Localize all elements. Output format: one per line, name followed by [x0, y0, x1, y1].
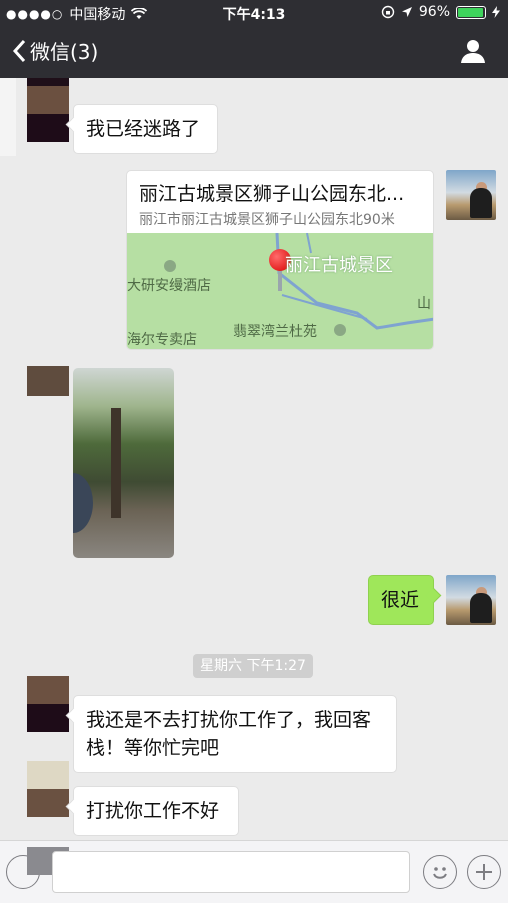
- message-bubble[interactable]: 打扰你工作不好: [73, 786, 239, 836]
- nav-bar: 微信(3): [0, 26, 508, 78]
- emoji-icon[interactable]: [423, 855, 457, 889]
- top-bar: ●●●●○ 中国移动 下午4:13 96% 微信(3): [0, 0, 508, 78]
- input-bar: [0, 840, 508, 903]
- message-input[interactable]: [52, 851, 410, 893]
- message-text: 我已经迷路了: [86, 118, 201, 140]
- poi-icon: [164, 260, 176, 272]
- image-message[interactable]: [73, 368, 174, 558]
- charging-bolt-icon: [492, 6, 500, 18]
- location-card[interactable]: 丽江古城景区狮子山公园东北... 丽江市丽江古城景区狮子山公园东北90米 丽江古…: [126, 170, 434, 350]
- orientation-lock-icon: [381, 5, 395, 19]
- message-bubble[interactable]: 很近: [368, 575, 434, 625]
- message-text: 很近: [381, 589, 420, 611]
- battery-percent: 96%: [418, 4, 450, 20]
- map-label-edge: 山: [417, 296, 431, 312]
- avatar[interactable]: [27, 676, 69, 706]
- location-title: 丽江古城景区狮子山公园东北...: [139, 183, 405, 205]
- avatar[interactable]: [446, 170, 496, 220]
- avatar[interactable]: [27, 86, 69, 114]
- status-bar: ●●●●○ 中国移动 下午4:13 96%: [0, 0, 508, 26]
- avatar[interactable]: [27, 366, 69, 396]
- avatar[interactable]: [27, 114, 69, 142]
- map-label-garden: 翡翠湾兰杜苑: [233, 324, 317, 340]
- timestamp-badge: 星期六 下午1:27: [193, 654, 313, 678]
- pin-stem: [278, 269, 282, 291]
- message-text: 打扰你工作不好: [86, 800, 220, 822]
- avatar[interactable]: [27, 704, 69, 732]
- message-bubble[interactable]: 我已经迷路了: [73, 104, 218, 154]
- map-label-hotel: 大研安缦酒店: [127, 278, 211, 294]
- message-text: 我还是不去打扰你工作了，我回客栈！等你忙完吧: [86, 709, 372, 759]
- chat-area[interactable]: 我已经迷路了 丽江古城景区狮子山公园东北... 丽江市丽江古城景区狮子山公园东北…: [0, 78, 508, 840]
- back-button[interactable]: 微信(3): [12, 36, 98, 65]
- poi-icon: [334, 324, 346, 336]
- blurred-edge: [0, 78, 16, 156]
- plus-icon[interactable]: [467, 855, 501, 889]
- avatar[interactable]: [27, 761, 69, 791]
- back-label: 微信(3): [30, 40, 99, 64]
- chevron-left-icon: [12, 39, 26, 62]
- location-arrow-icon: [401, 7, 412, 17]
- map-label-main: 丽江古城景区: [285, 255, 393, 276]
- avatar[interactable]: [27, 789, 69, 817]
- avatar[interactable]: [446, 575, 496, 625]
- location-address: 丽江市丽江古城景区狮子山公园东北90米: [139, 212, 395, 228]
- person-icon[interactable]: [460, 38, 486, 64]
- map-preview: 丽江古城景区 大研安缦酒店 海尔专卖店 翡翠湾兰杜苑 山: [127, 233, 433, 349]
- message-bubble[interactable]: 我还是不去打扰你工作了，我回客栈！等你忙完吧: [73, 695, 397, 773]
- battery-icon: [456, 5, 486, 19]
- map-label-shop: 海尔专卖店: [127, 332, 197, 348]
